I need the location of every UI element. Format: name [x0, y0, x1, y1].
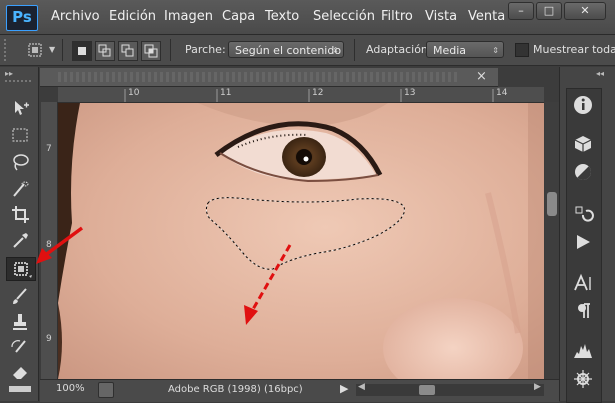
eraser-tool-icon[interactable] — [9, 361, 31, 383]
status-bar: 100% Adobe RGB (1998) (16bpc) ▶ ◀ ▶ — [40, 379, 559, 402]
expand-panels-icon[interactable]: ◂◂ — [596, 69, 604, 78]
select-arrows-icon: ⇕ — [332, 46, 339, 55]
image-canvas[interactable] — [58, 103, 544, 379]
intersect-selection-button[interactable] — [141, 41, 161, 61]
minimize-button[interactable]: – — [508, 2, 534, 20]
preview-icon[interactable] — [98, 382, 114, 398]
select-arrows-icon: ⇕ — [492, 46, 499, 55]
character-panel-icon[interactable] — [572, 272, 594, 294]
ruler-h-label: 13 — [404, 88, 416, 98]
adaptation-value: Media — [433, 44, 467, 57]
actions-panel-icon[interactable] — [572, 231, 594, 253]
adaptation-select[interactable]: Media ⇕ — [426, 41, 504, 58]
document-tab[interactable]: × — [40, 68, 498, 87]
options-bar: ▼ Parche: Según el contenido ⇕ Adaptació… — [0, 35, 615, 66]
close-button[interactable]: ✕ — [564, 2, 606, 20]
color-profile: Adobe RGB (1998) (16bpc) — [168, 384, 303, 395]
document-title-blurred — [58, 72, 458, 82]
new-selection-button[interactable] — [72, 41, 92, 61]
clone-stamp-tool-icon[interactable] — [9, 311, 31, 333]
3d-panel-icon[interactable] — [572, 133, 594, 155]
paragraph-panel-icon[interactable] — [572, 300, 594, 322]
subtract-from-selection-button[interactable] — [118, 41, 138, 61]
horizontal-scroll-thumb[interactable] — [419, 385, 435, 395]
history-brush-tool-icon[interactable] — [9, 337, 31, 359]
annotation-arrow — [36, 226, 84, 264]
face-photo — [58, 103, 544, 379]
menu-texto[interactable]: Texto — [265, 9, 299, 24]
gradient-tool-icon[interactable] — [9, 386, 31, 392]
patch-mode-value: Según el contenido — [235, 44, 342, 57]
restore-button[interactable]: □ — [536, 2, 562, 20]
info-panel-icon[interactable] — [572, 94, 594, 116]
patch-mode-select[interactable]: Según el contenido ⇕ — [228, 41, 344, 58]
menu-filtro[interactable]: Filtro — [381, 9, 413, 24]
divider — [62, 39, 63, 61]
histogram-panel-icon[interactable] — [572, 340, 594, 362]
ruler-v-label: 9 — [46, 334, 52, 344]
options-grip[interactable] — [4, 39, 10, 61]
menu-seleccion[interactable]: Selección — [313, 9, 375, 24]
horizontal-scrollbar[interactable]: ◀ ▶ — [356, 382, 544, 396]
patch-label: Parche: — [185, 43, 226, 56]
ruler-h-label: 10 — [128, 88, 140, 98]
quick-selection-tool-icon[interactable] — [9, 178, 31, 200]
brush-tool-icon[interactable] — [9, 285, 31, 307]
add-to-selection-button[interactable] — [95, 41, 115, 61]
ruler-h-label: 12 — [312, 88, 324, 98]
preset-dropdown-icon[interactable]: ▼ — [49, 45, 55, 54]
menu-edicion[interactable]: Edición — [109, 9, 156, 24]
menu-archivo[interactable]: Archivo — [51, 9, 100, 24]
divider — [170, 39, 171, 61]
photoshop-logo: Ps — [6, 5, 38, 31]
collapse-tools-icon[interactable]: ▸▸ — [5, 69, 13, 78]
menu-ventana[interactable]: Venta — [468, 9, 505, 24]
tools-grip[interactable] — [5, 80, 31, 84]
patch-tool-preset-icon[interactable] — [26, 41, 44, 59]
horizontal-ruler[interactable]: 10 11 12 13 14 — [58, 87, 544, 103]
status-menu-arrow-icon[interactable]: ▶ — [340, 382, 348, 395]
adjustments-panel-icon[interactable] — [572, 161, 594, 183]
adaptation-label: Adaptación: — [366, 43, 432, 56]
sample-all-checkbox[interactable] — [515, 43, 529, 57]
scroll-right-icon[interactable]: ▶ — [534, 382, 541, 392]
history-panel-icon[interactable] — [572, 203, 594, 225]
navigator-panel-icon[interactable] — [572, 368, 594, 390]
sample-all-label: Muestrear todas — [533, 43, 615, 56]
move-tool-icon[interactable] — [9, 97, 31, 119]
scroll-left-icon[interactable]: ◀ — [358, 382, 365, 392]
zoom-level[interactable]: 100% — [56, 383, 85, 394]
menu-imagen[interactable]: Imagen — [164, 9, 213, 24]
menu-bar: Ps Archivo Edición Imagen Capa Texto Sel… — [0, 0, 615, 35]
menu-vista[interactable]: Vista — [425, 9, 457, 24]
menu-capa[interactable]: Capa — [222, 9, 255, 24]
ruler-h-label: 11 — [220, 88, 232, 98]
lasso-tool-icon[interactable] — [9, 151, 31, 173]
marquee-tool-icon[interactable] — [9, 124, 31, 146]
ruler-v-label: 7 — [46, 144, 52, 154]
close-document-icon[interactable]: × — [476, 69, 487, 84]
vertical-scroll-thumb[interactable] — [547, 192, 557, 216]
ruler-h-label: 14 — [496, 88, 508, 98]
divider — [354, 39, 355, 61]
vertical-scrollbar[interactable] — [545, 102, 559, 379]
